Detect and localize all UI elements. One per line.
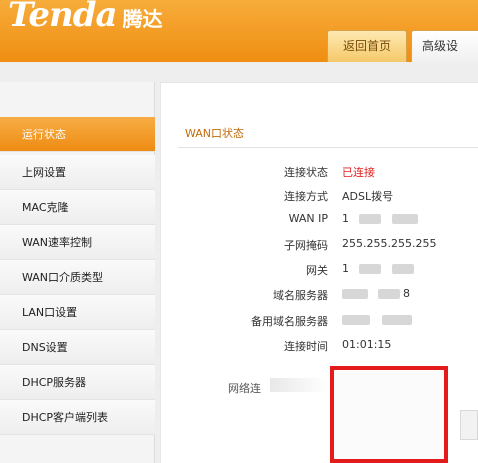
redacted-blur xyxy=(392,264,414,274)
sidebar-item-dns[interactable]: DNS设置 xyxy=(0,330,155,365)
label-connection-type: 连接方式 xyxy=(284,190,328,203)
section-divider xyxy=(178,147,478,148)
value-wan-ip: 1 xyxy=(342,212,418,225)
tenda-logo: Tenda 腾达 xyxy=(8,0,163,35)
label-connection-status: 连接状态 xyxy=(284,166,328,179)
sidebar-item-dhcp-server[interactable]: DHCP服务器 xyxy=(0,365,155,400)
highlight-box xyxy=(330,366,448,463)
header-bar: Tenda 腾达 返回首页 高级设 xyxy=(0,0,478,62)
value-gateway: 1 xyxy=(342,262,414,275)
redacted-blur xyxy=(358,214,381,224)
sidebar-item-lan-setup[interactable]: LAN口设置 xyxy=(0,295,155,330)
tab-advanced[interactable]: 高级设 xyxy=(411,30,478,62)
tab-home[interactable]: 返回首页 xyxy=(327,30,407,62)
top-tabs: 返回首页 高级设 xyxy=(327,30,478,62)
value-connection-status: 已连接 xyxy=(342,166,375,179)
redacted-blur xyxy=(342,289,368,299)
logo-text-cn: 腾达 xyxy=(122,7,163,31)
value-wan-ip-text: 1 xyxy=(342,212,349,225)
label-backup-dns: 备用域名服务器 xyxy=(251,315,328,328)
sidebar-item-internet-setup[interactable]: 上网设置 xyxy=(0,155,155,190)
value-connect-time: 01:01:15 xyxy=(342,338,392,351)
label-gateway: 网关 xyxy=(306,264,328,277)
value-backup-dns xyxy=(342,313,412,326)
value-subnet-mask: 255.255.255.255 xyxy=(342,237,437,250)
value-dns-server-text: 8 xyxy=(403,287,410,300)
sidebar: 运行状态 上网设置 MAC克隆 WAN速率控制 WAN口介质类型 LAN口设置 … xyxy=(0,82,155,463)
network-connection-label: 网络连 xyxy=(228,382,261,395)
value-connection-type: ADSL拨号 xyxy=(342,190,394,203)
button-stub[interactable] xyxy=(460,410,478,440)
label-subnet-mask: 子网掩码 xyxy=(284,239,328,252)
value-dns-server: 8 xyxy=(342,287,410,300)
label-dns-server: 域名服务器 xyxy=(273,289,328,302)
sidebar-item-wan-media[interactable]: WAN口介质类型 xyxy=(0,260,155,295)
sidebar-item-mac-clone[interactable]: MAC克隆 xyxy=(0,190,155,225)
sidebar-item-run-status[interactable]: 运行状态 xyxy=(0,117,155,152)
label-wan-ip: WAN IP xyxy=(288,212,328,225)
redacted-blur xyxy=(358,264,381,274)
redacted-blur xyxy=(377,289,400,299)
sidebar-item-wan-speed[interactable]: WAN速率控制 xyxy=(0,225,155,260)
section-title-wan-status: WAN口状态 xyxy=(185,127,245,140)
label-connect-time: 连接时间 xyxy=(284,340,328,353)
sidebar-item-dhcp-clients[interactable]: DHCP客户端列表 xyxy=(0,400,155,435)
redacted-blur xyxy=(392,214,418,224)
value-gateway-text: 1 xyxy=(342,262,349,275)
redacted-blur xyxy=(342,315,370,325)
redacted-blur xyxy=(381,315,412,325)
logo-text-en: Tenda xyxy=(8,0,118,35)
network-status-fade xyxy=(270,378,328,392)
